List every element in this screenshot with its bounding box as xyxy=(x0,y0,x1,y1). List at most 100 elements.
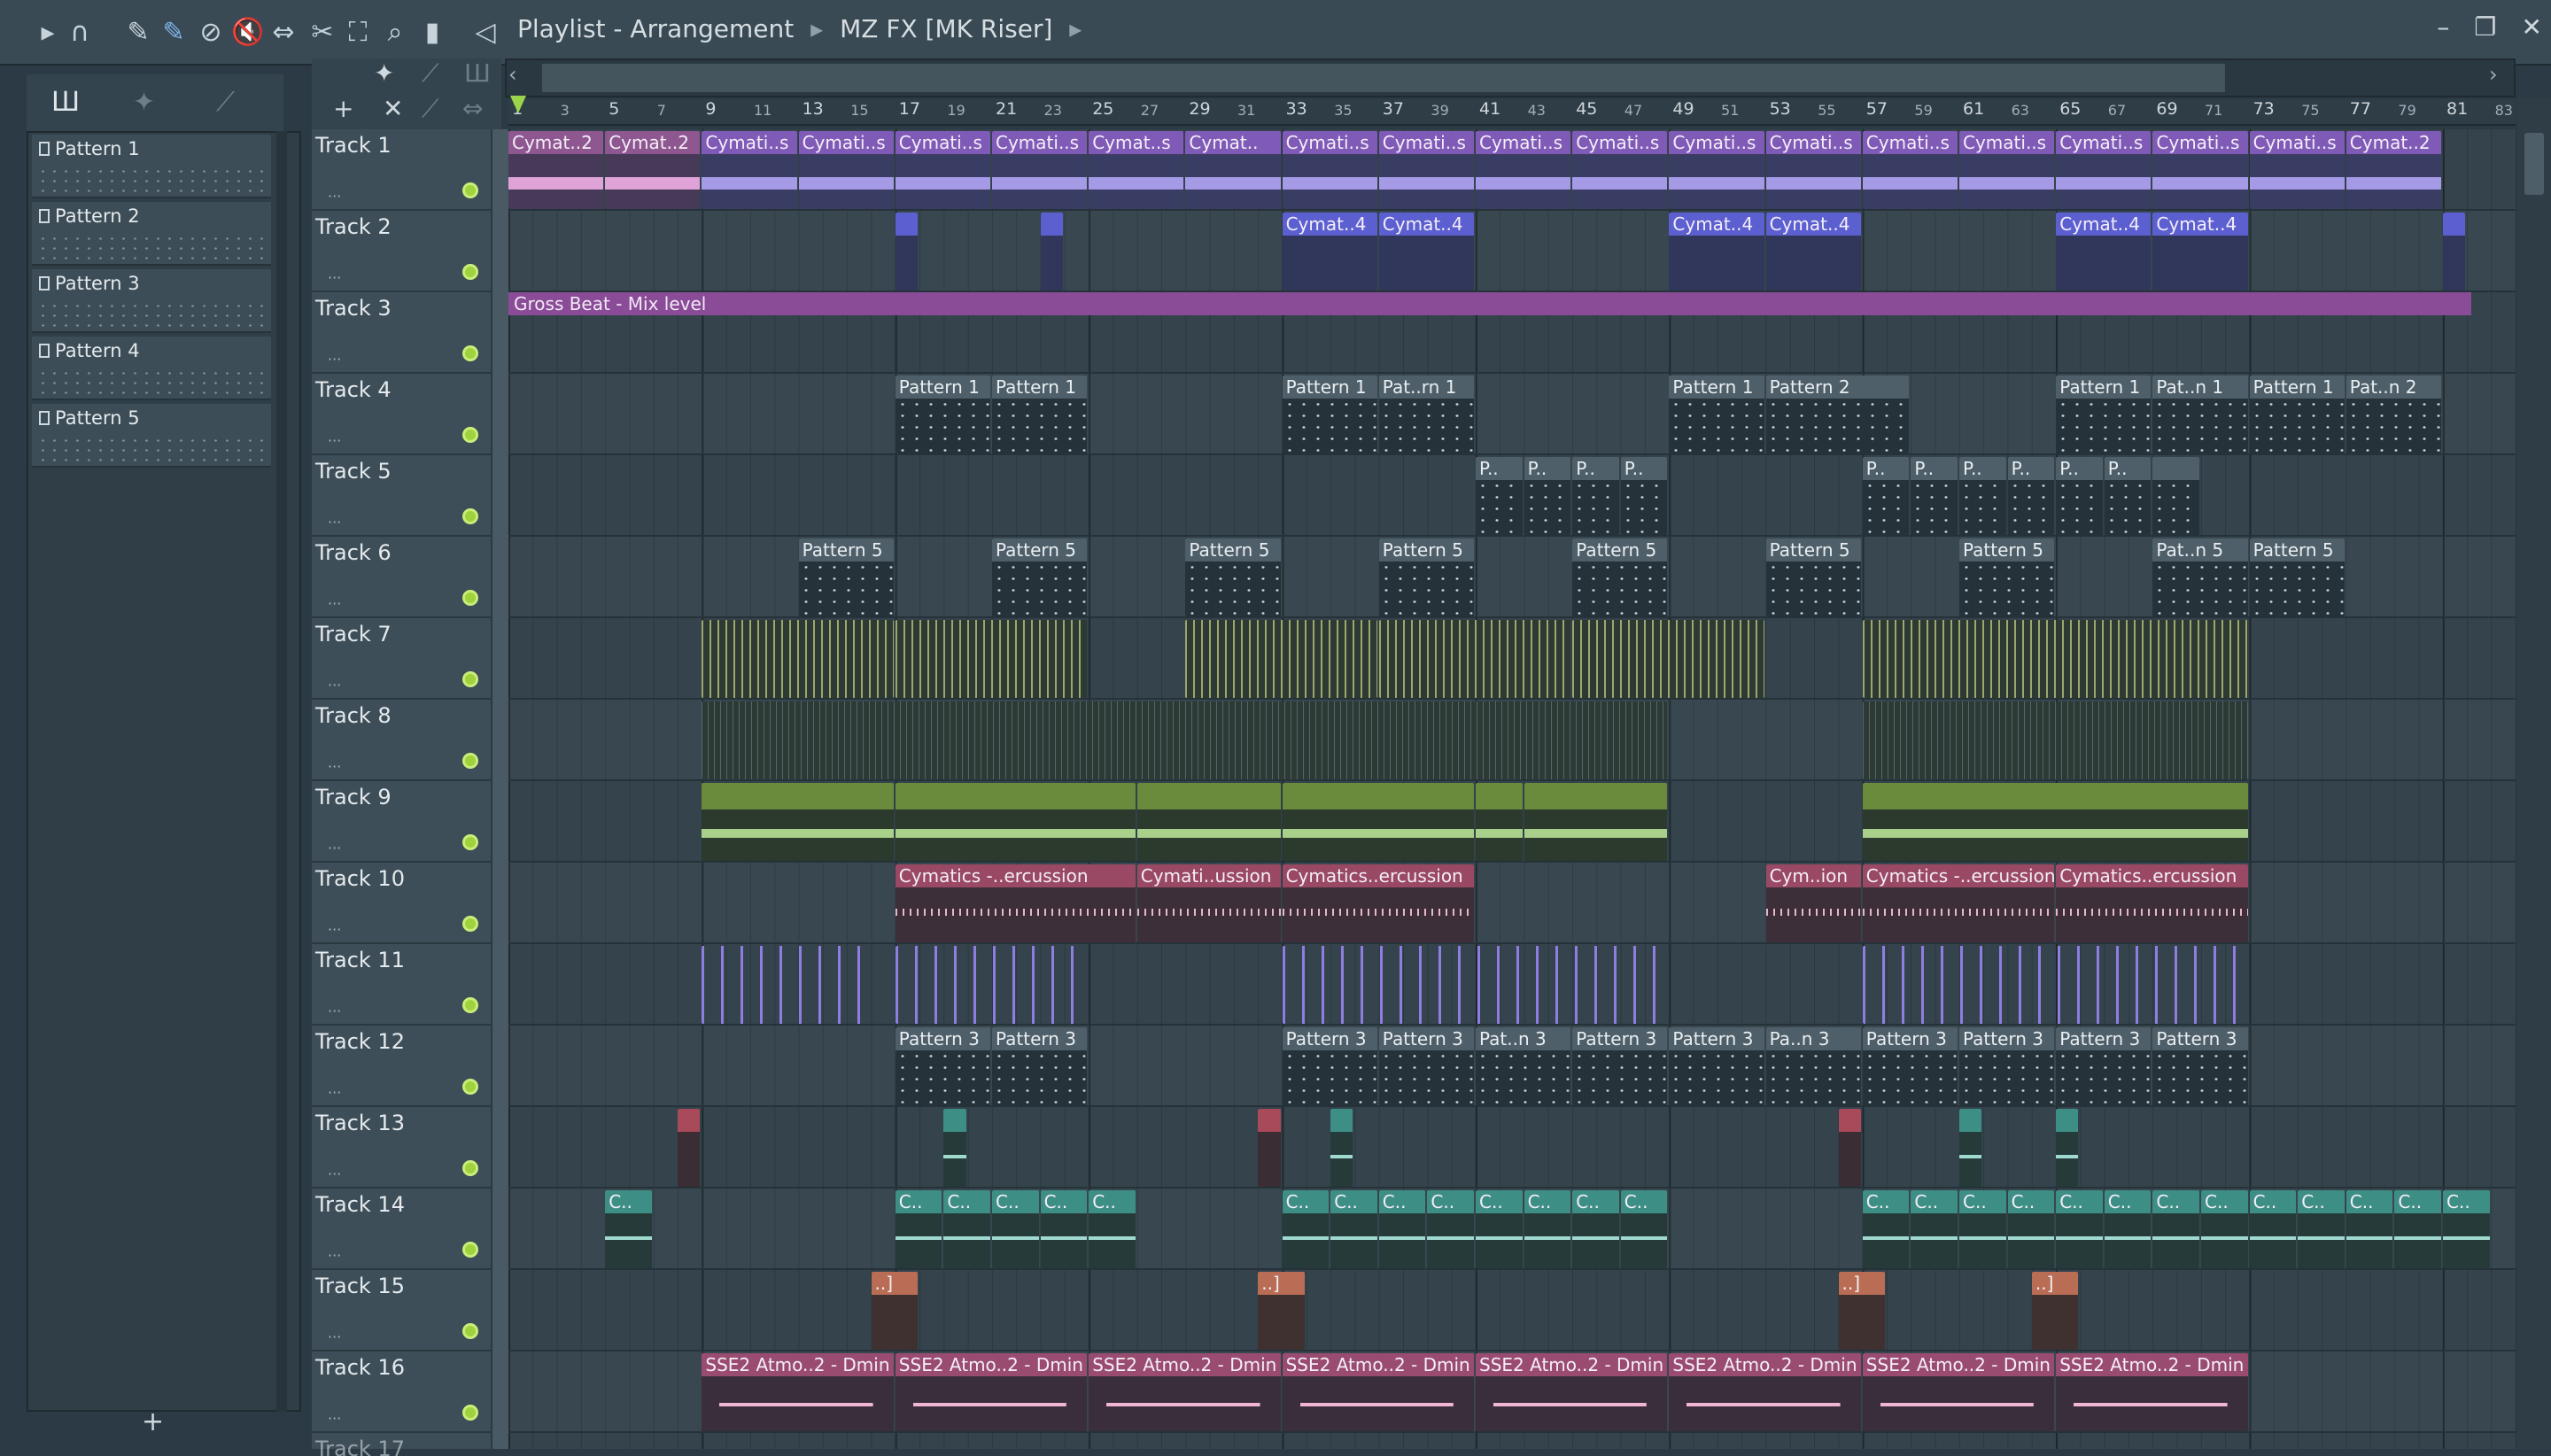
play-icon[interactable]: ▸ xyxy=(32,16,64,48)
playlist-clip[interactable]: Pattern 2 xyxy=(1765,376,1910,453)
playlist-clip[interactable]: Pat..n 1 xyxy=(2152,376,2248,453)
track-name[interactable]: Track 5 xyxy=(315,459,392,484)
track-enable-toggle[interactable] xyxy=(462,1079,478,1095)
playlist-clip[interactable]: Cymat..4 xyxy=(2056,213,2152,290)
playlist-clip[interactable] xyxy=(2443,213,2466,290)
playlist-clip[interactable] xyxy=(1476,783,1523,861)
add-track-icon[interactable]: + xyxy=(333,94,353,123)
playlist-clip[interactable] xyxy=(2056,1109,2079,1187)
arrangement-overview[interactable] xyxy=(505,58,2516,97)
playlist-clip[interactable]: C.. xyxy=(2104,1190,2152,1268)
playlist-clip[interactable]: C.. xyxy=(1911,1190,1958,1268)
automation-tab-icon[interactable]: ⟋ xyxy=(216,87,235,118)
playlist-clip[interactable] xyxy=(1862,946,2248,1024)
chevron-right-icon[interactable]: ▸ xyxy=(1069,14,1082,43)
current-channel-title[interactable]: MZ FX [MK Riser] xyxy=(840,14,1052,43)
track-header[interactable]: Track 5 ··· xyxy=(312,455,491,537)
playlist-clip[interactable]: Pat..rn 1 xyxy=(1378,376,1474,453)
track-enable-toggle[interactable] xyxy=(462,508,478,524)
track-enable-toggle[interactable] xyxy=(462,1323,478,1339)
track-options-icon[interactable]: ··· xyxy=(328,351,341,368)
playlist-clip[interactable]: C.. xyxy=(1524,1190,1571,1268)
playlist-clip[interactable]: Cymatics -..ercussion xyxy=(1862,864,2055,942)
track-header[interactable]: Track 4 ··· xyxy=(312,374,491,455)
pattern-item[interactable]: Pattern 3 xyxy=(32,269,271,333)
playlist-clip[interactable]: Cymati..s xyxy=(1476,131,1571,209)
vertical-scrollbar[interactable] xyxy=(2517,97,2551,1449)
playhead-marker-icon[interactable] xyxy=(510,96,526,113)
track-enable-toggle[interactable] xyxy=(462,590,478,606)
playlist-clip[interactable]: Cymati..s xyxy=(702,131,797,209)
track-name[interactable]: Track 3 xyxy=(315,296,392,321)
track-enable-toggle[interactable] xyxy=(462,834,478,850)
playlist-clip[interactable]: Pattern 5 xyxy=(1185,538,1281,616)
track-name[interactable]: Track 12 xyxy=(315,1029,405,1054)
playlist-clip[interactable] xyxy=(1572,620,1764,698)
playlist-clip[interactable]: C.. xyxy=(1572,1190,1619,1268)
track-enable-toggle[interactable] xyxy=(462,671,478,687)
playlist-clip[interactable]: Cymat..4 xyxy=(2152,213,2248,290)
playlist-clip[interactable]: Pattern 5 xyxy=(1378,538,1474,616)
playlist-clip[interactable]: SSE2 Atmo..2 - Dmin xyxy=(1282,1353,1474,1431)
playlist-clip[interactable] xyxy=(895,783,1136,861)
track-options-icon[interactable]: ··· xyxy=(328,1247,341,1264)
playlist-clip[interactable] xyxy=(1258,1109,1281,1187)
track-options-icon[interactable]: ··· xyxy=(328,840,341,856)
track-options-icon[interactable]: ··· xyxy=(328,1084,341,1101)
playlist-clip[interactable]: Pattern 1 xyxy=(992,376,1088,453)
playlist-clip[interactable]: Cymati..ussion xyxy=(1136,864,1281,942)
playlist-clip[interactable] xyxy=(1524,783,1668,861)
playlist-clip[interactable]: C.. xyxy=(992,1190,1039,1268)
playlist-clip[interactable] xyxy=(1136,783,1281,861)
playlist-clip[interactable] xyxy=(943,1109,966,1187)
playlist-clip[interactable]: C.. xyxy=(1282,1190,1330,1268)
track-enable-toggle[interactable] xyxy=(462,1160,478,1176)
playlist-clip[interactable]: C.. xyxy=(2346,1190,2393,1268)
playlist-clip[interactable]: Cymat..s xyxy=(1089,131,1184,209)
vertical-scroll-thumb[interactable] xyxy=(2524,133,2544,195)
playlist-clip[interactable]: C.. xyxy=(1476,1190,1523,1268)
track-name[interactable]: Track 1 xyxy=(315,133,392,158)
playlist-clip[interactable]: Pat..n 5 xyxy=(2152,538,2248,616)
track-header[interactable]: Track 9 ··· xyxy=(312,781,491,863)
playlist-clip[interactable]: C.. xyxy=(1089,1190,1136,1268)
track-header[interactable]: Track 8 ··· xyxy=(312,700,491,781)
playlist-clip[interactable] xyxy=(1838,1109,1861,1187)
playlist-clip[interactable]: Pattern 3 xyxy=(1282,1027,1377,1105)
track-header[interactable]: Track 7 ··· xyxy=(312,618,491,700)
playlist-clip[interactable]: Cymat.. xyxy=(1185,131,1281,209)
track-options-icon[interactable]: ··· xyxy=(328,188,341,205)
playlist-clip[interactable]: C.. xyxy=(1378,1190,1426,1268)
snap-icon[interactable]: ✦ xyxy=(374,58,394,88)
playlist-clip[interactable] xyxy=(895,946,1088,1024)
track-enable-toggle[interactable] xyxy=(462,182,478,198)
playlist-clip[interactable]: Pattern 3 xyxy=(2056,1027,2152,1105)
curve-icon[interactable]: ⟋ xyxy=(422,58,439,89)
piano-icon[interactable]: Ш xyxy=(464,58,491,88)
playlist-clip[interactable] xyxy=(702,946,870,1024)
track-name[interactable]: Track 16 xyxy=(315,1355,405,1380)
playlist-clip[interactable]: Cymat..4 xyxy=(1669,213,1764,290)
playlist-clip[interactable]: Pat..n 3 xyxy=(1476,1027,1571,1105)
playlist-clip[interactable]: C.. xyxy=(2298,1190,2345,1268)
track-options-icon[interactable]: ··· xyxy=(328,269,341,286)
playlist-clip[interactable]: Cymat..4 xyxy=(1765,213,1861,290)
track-enable-toggle[interactable] xyxy=(462,997,478,1013)
playlist-clip[interactable]: Cym..ion xyxy=(1765,864,1861,942)
playlist-clip[interactable] xyxy=(1378,620,1571,698)
playlist-clip[interactable]: Pa..n 3 xyxy=(1765,1027,1861,1105)
playlist-clip[interactable]: C.. xyxy=(1427,1190,1474,1268)
overview-visible-window[interactable] xyxy=(542,64,2225,92)
playlist-clip[interactable]: C.. xyxy=(2056,1190,2103,1268)
playlist-clip[interactable]: Cymati..s xyxy=(798,131,894,209)
track-name[interactable]: Track 10 xyxy=(315,866,405,891)
automation-clip[interactable]: Gross Beat - Mix level xyxy=(508,292,2471,315)
pattern-item[interactable]: Pattern 4 xyxy=(32,337,271,400)
track-header[interactable]: Track 6 ··· xyxy=(312,537,491,618)
playlist-clip[interactable] xyxy=(1862,620,2248,698)
zoom-icon[interactable]: ⌕ xyxy=(379,16,411,48)
playlist-clip[interactable]: Pattern 5 xyxy=(1572,538,1668,616)
playlist-clip[interactable]: C.. xyxy=(2249,1190,2297,1268)
track-enable-toggle[interactable] xyxy=(462,753,478,769)
track-options-icon[interactable]: ··· xyxy=(328,1328,341,1345)
